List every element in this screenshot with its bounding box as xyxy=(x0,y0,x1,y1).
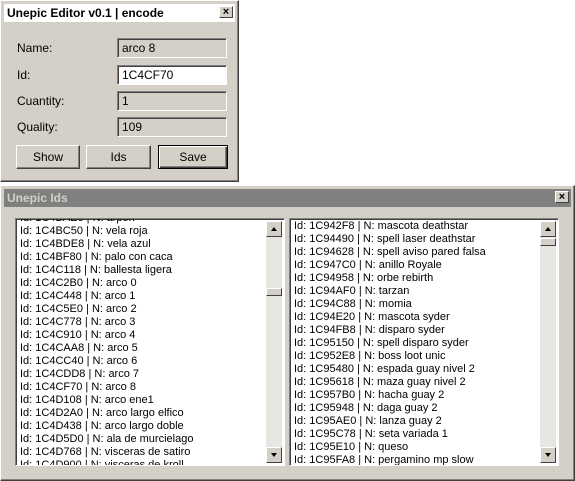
quality-field: 109 xyxy=(117,117,227,137)
list-item[interactable]: Id: 1C4CDD8 | N: arco 7 xyxy=(20,368,266,381)
list-item[interactable]: Id: 1C4D438 | N: arco largo doble xyxy=(20,420,266,433)
show-button[interactable]: Show xyxy=(16,145,80,169)
list-item[interactable]: Id: 1C4CF70 | N: arco 8 xyxy=(20,381,266,394)
list-item[interactable]: Id: 1C94FB8 | N: disparo syder xyxy=(294,324,540,337)
right-id-list[interactable]: Id: 1C942F8 | N: mascota deathstar Id: 1C… xyxy=(289,218,559,466)
id-field[interactable]: 1C4CF70 xyxy=(117,65,227,85)
quality-label: Quality: xyxy=(17,120,58,134)
list-item[interactable]: Id: 1C4C910 | N: arco 4 xyxy=(20,329,266,342)
ids-title-bar[interactable]: Unepic Ids × xyxy=(4,189,571,207)
arrow-up-icon xyxy=(271,227,277,231)
ids-window: Unepic Ids × Id: 1C4BAE0 | N: arpon Id: 1… xyxy=(0,185,575,481)
list-item[interactable]: Id: 1C95618 | N: maza guay nivel 2 xyxy=(294,376,540,389)
id-label: Id: xyxy=(17,68,31,82)
arrow-down-icon xyxy=(271,453,277,457)
list-item[interactable]: Id: 1C94958 | N: orbe rebirth xyxy=(294,272,540,285)
list-item[interactable]: Id: 1C942F8 | N: mascota deathstar xyxy=(294,220,540,233)
list-item[interactable]: Id: 1C4C2B0 | N: arco 0 xyxy=(20,277,266,290)
save-button[interactable]: Save xyxy=(158,145,228,169)
list-item[interactable]: Id: 1C957B0 | N: hacha guay 2 xyxy=(294,389,540,402)
list-item[interactable]: Id: 1C4BF80 | N: palo con caca xyxy=(20,251,266,264)
list-item[interactable]: Id: 1C94C88 | N: momia xyxy=(294,298,540,311)
name-label: Name: xyxy=(17,41,53,55)
editor-close-button[interactable]: × xyxy=(219,6,233,18)
quantity-field: 1 xyxy=(117,91,227,111)
list-item[interactable]: Id: 1C95150 | N: spell disparo syder xyxy=(294,337,540,350)
scroll-thumb[interactable] xyxy=(540,238,556,246)
right-id-list-items: Id: 1C942F8 | N: mascota deathstar Id: 1C… xyxy=(294,220,540,465)
list-item[interactable]: Id: 1C95480 | N: espada guay nivel 2 xyxy=(294,363,540,376)
scroll-up-button[interactable] xyxy=(266,221,282,237)
list-item[interactable]: Id: 1C95C78 | N: seta variada 1 xyxy=(294,428,540,441)
editor-title: Unepic Editor v0.1 | encode xyxy=(7,6,164,20)
list-item[interactable]: Id: 1C4CC40 | N: arco 6 xyxy=(20,355,266,368)
name-field: arco 8 xyxy=(117,38,227,58)
left-id-list[interactable]: Id: 1C4BAE0 | N: arpon Id: 1C4BC50 | N: v… xyxy=(15,218,285,466)
list-item[interactable]: Id: 1C95FA8 | N: pergamino mp slow xyxy=(294,454,540,465)
list-item[interactable]: Id: 1C4D900 | N: visceras de kroll xyxy=(20,459,266,465)
list-item[interactable]: Id: 1C4BAE0 | N: arpon xyxy=(20,219,266,225)
list-item[interactable]: Id: 1C95E10 | N: queso xyxy=(294,441,540,454)
list-item[interactable]: Id: 1C94490 | N: spell laser deathstar xyxy=(294,233,540,246)
list-item[interactable]: Id: 1C4D5D0 | N: ala de murcielago xyxy=(20,433,266,446)
ids-close-button[interactable]: × xyxy=(555,191,569,203)
list-item[interactable]: Id: 1C95948 | N: daga guay 2 xyxy=(294,402,540,415)
list-item[interactable]: Id: 1C4CAA8 | N: arco 5 xyxy=(20,342,266,355)
close-icon: × xyxy=(558,191,566,203)
editor-title-bar[interactable]: Unepic Editor v0.1 | encode × xyxy=(4,4,235,22)
scroll-up-button[interactable] xyxy=(540,221,556,237)
list-item[interactable]: Id: 1C4BC50 | N: vela roja xyxy=(20,225,266,238)
ids-button[interactable]: Ids xyxy=(86,145,151,169)
list-item[interactable]: Id: 1C94628 | N: spell aviso pared falsa xyxy=(294,246,540,259)
left-scrollbar[interactable] xyxy=(266,221,282,463)
arrow-up-icon xyxy=(545,227,551,231)
arrow-down-icon xyxy=(545,453,551,457)
quantity-label: Cuantity: xyxy=(17,94,65,108)
list-item[interactable]: Id: 1C94AF0 | N: tarzan xyxy=(294,285,540,298)
ids-title: Unepic Ids xyxy=(7,191,68,205)
list-item[interactable]: Id: 1C4D768 | N: visceras de satiro xyxy=(20,446,266,459)
list-item[interactable]: Id: 1C4D2A0 | N: arco largo elfico xyxy=(20,407,266,420)
left-id-list-items: Id: 1C4BAE0 | N: arpon Id: 1C4BC50 | N: v… xyxy=(20,219,266,465)
list-item[interactable]: Id: 1C4C118 | N: ballesta ligera xyxy=(20,264,266,277)
list-item[interactable]: Id: 1C95AE0 | N: lanza guay 2 xyxy=(294,415,540,428)
list-item[interactable]: Id: 1C4C778 | N: arco 3 xyxy=(20,316,266,329)
list-item[interactable]: Id: 1C952E8 | N: boss loot unic xyxy=(294,350,540,363)
list-item[interactable]: Id: 1C4C448 | N: arco 1 xyxy=(20,290,266,303)
list-item[interactable]: Id: 1C4BDE8 | N: vela azul xyxy=(20,238,266,251)
list-item[interactable]: Id: 1C4C5E0 | N: arco 2 xyxy=(20,303,266,316)
list-item[interactable]: Id: 1C947C0 | N: anillo Royale xyxy=(294,259,540,272)
scroll-thumb[interactable] xyxy=(266,288,282,296)
list-item[interactable]: Id: 1C4D108 | N: arco ene1 xyxy=(20,394,266,407)
editor-window: Unepic Editor v0.1 | encode × Name: arco… xyxy=(0,0,239,182)
scroll-down-button[interactable] xyxy=(266,447,282,463)
close-icon: × xyxy=(222,6,230,18)
list-item[interactable]: Id: 1C94E20 | N: mascota syder xyxy=(294,311,540,324)
scroll-down-button[interactable] xyxy=(540,447,556,463)
right-scrollbar[interactable] xyxy=(540,221,556,463)
